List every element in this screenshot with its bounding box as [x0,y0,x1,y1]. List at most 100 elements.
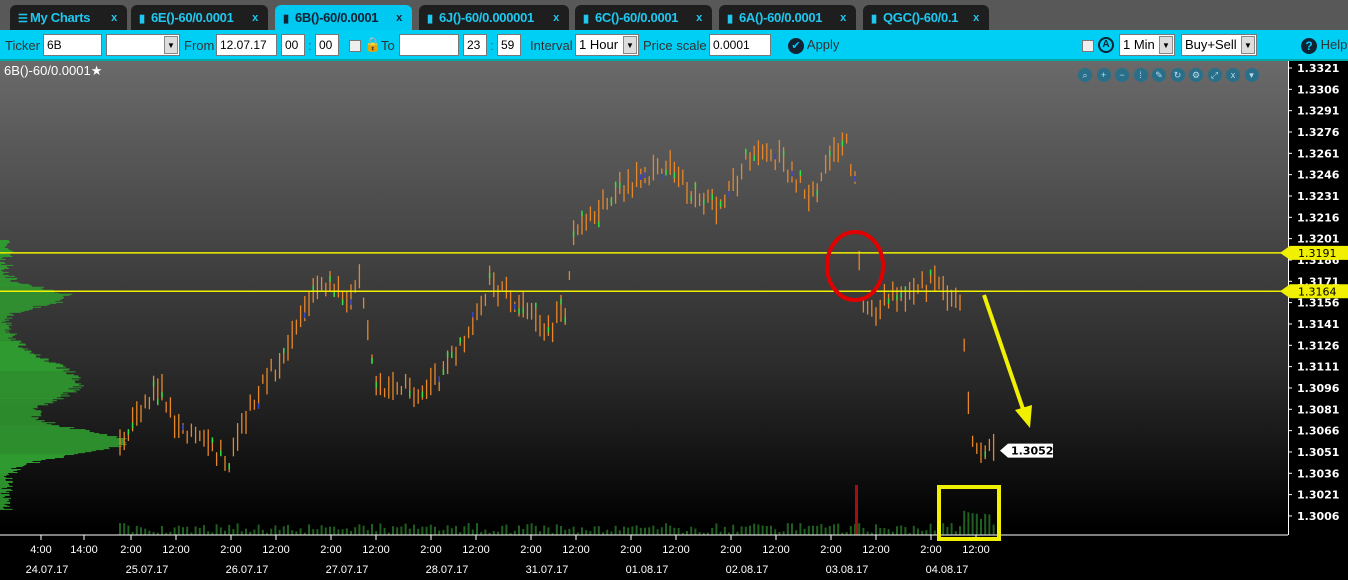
volume-bar [623,526,625,535]
volume-bar [324,527,327,535]
volume-bar [476,523,478,535]
volume-bar [232,529,235,535]
volume-bar [988,514,991,535]
last-price-label: 1.3052 [1011,445,1053,458]
volume-bar [329,526,331,535]
volume-bar [648,527,651,535]
volume-bar [501,525,504,535]
volume-bar [186,526,189,535]
volume-bar [161,526,163,535]
volume-bar [299,528,302,535]
volume-bar [627,527,630,535]
time-tick-label: 12:00 [362,544,390,556]
time-tick-label: 12:00 [162,544,190,556]
time-tick-label: 12:00 [862,544,890,556]
volume-bar [833,524,835,535]
volume-bar [182,527,184,535]
price-tick-label: 1.3066 [1297,425,1340,438]
time-tick-label: 2:00 [220,544,241,556]
volume-bar [770,525,772,535]
date-tick-label: 03.08.17 [826,564,869,576]
volume-bar [984,513,987,535]
volume-bar [362,525,365,535]
volume-bar [820,523,823,535]
volume-bar [274,525,277,535]
volume-bar [585,530,588,535]
volume-bar [597,526,600,535]
volume-bar [614,525,617,535]
volume-bar [425,526,428,535]
volume-bar [917,528,919,535]
volume-bar [711,527,714,535]
volume-bar [333,526,336,535]
volume-bar [270,528,273,535]
volume-bar [942,523,945,535]
volume-bar [295,531,298,535]
volume-bar [404,523,407,535]
volume-bar [144,528,147,535]
volume-bar [963,510,966,535]
volume-bar [518,525,520,535]
level-price-label: 1.3164 [1298,285,1337,298]
volume-bar [975,513,978,535]
price-tick-label: 1.3156 [1297,297,1340,310]
volume-bar [135,525,138,535]
volume-bar [799,523,802,535]
annotation-arrowhead [1015,405,1032,428]
price-tick-label: 1.3216 [1297,211,1340,224]
volume-bar [421,526,424,535]
price-tick-label: 1.3006 [1297,510,1340,523]
volume-bar [228,524,231,535]
time-tick-label: 2:00 [420,544,441,556]
volume-bar [568,528,571,535]
volume-bar [140,527,142,535]
time-tick-label: 2:00 [120,544,141,556]
volume-bar [555,524,558,535]
volume-bar [198,527,201,535]
volume-bar [463,526,466,535]
volume-bar [148,530,151,535]
volume-bar [631,526,634,535]
annotation-circle [825,230,885,302]
volume-bar [547,527,550,535]
volume-bar [660,527,663,535]
chart-canvas: 1.3321 1.3306 1.3291 1.3276 1.3261 1.3246 1.32… [0,62,1348,576]
volume-bar [572,526,575,535]
volume-bar [904,527,907,535]
annotation-arrow [982,294,1026,413]
volume-bar [652,525,655,535]
date-tick-label: 01.08.17 [626,564,669,576]
volume-bar [492,530,495,535]
volume-bar [308,524,310,535]
price-tick-label: 1.3246 [1297,169,1340,182]
volume-bar [379,523,382,535]
volume-bar [219,527,222,535]
volume-bar [753,523,756,535]
time-tick-label: 2:00 [520,544,541,556]
volume-bar [253,529,256,535]
volume-bar [774,529,777,535]
volume-bar [261,529,264,535]
volume-bar [744,526,747,535]
volume-bar [644,527,646,535]
volume-bar [375,531,378,535]
volume-bar [484,529,487,535]
volume-bar [732,524,735,535]
volume-bar [446,525,449,535]
price-tick-label: 1.3291 [1297,105,1339,118]
volume-bar [383,527,386,535]
volume-bar [400,526,403,535]
volume-bar [177,525,180,535]
date-tick-label: 24.07.17 [26,564,69,576]
volume-bar [417,528,420,535]
price-tick-label: 1.3021 [1297,489,1339,502]
volume-bar [967,512,970,535]
volume-bar [606,529,609,535]
volume-bar [610,531,613,535]
volume-bar [950,523,953,535]
volume-bar [505,524,508,535]
volume-bar [203,525,205,535]
volume-bar [354,527,357,535]
price-tick-label: 1.3261 [1297,147,1339,160]
volume-bar [337,529,340,535]
